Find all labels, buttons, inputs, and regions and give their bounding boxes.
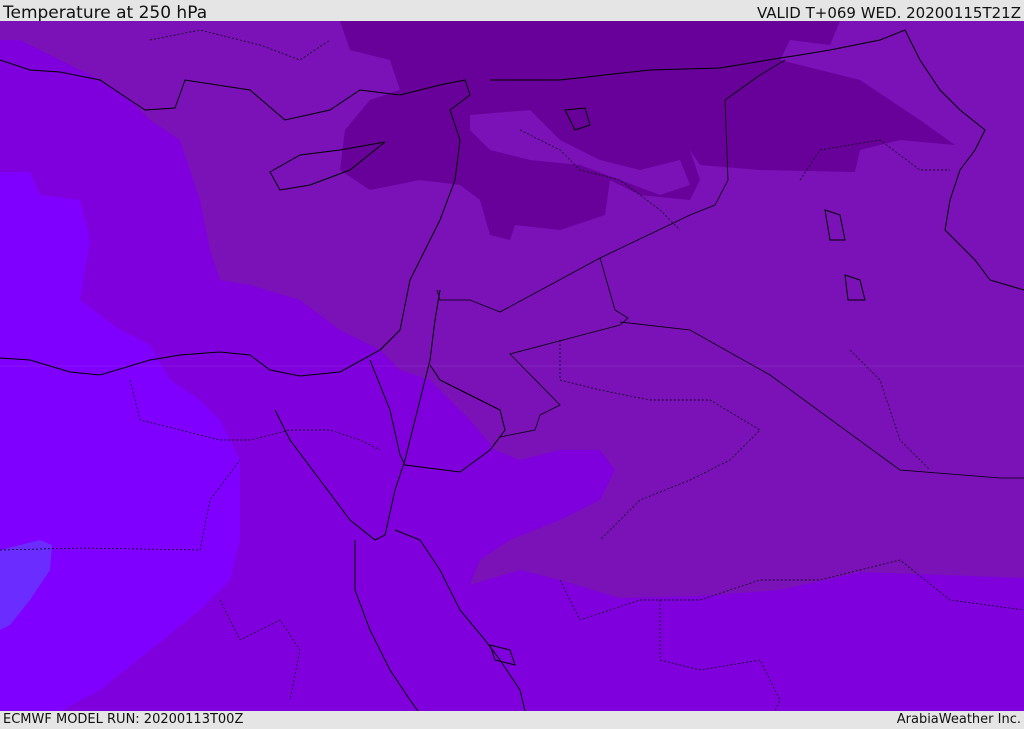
model-run: ECMWF MODEL RUN: 20200113T00Z xyxy=(3,712,244,727)
temperature-map xyxy=(0,21,1024,711)
header-bar: Temperature at 250 hPa VALID T+069 WED. … xyxy=(0,0,1024,23)
footer-bar: ECMWF MODEL RUN: 20200113T00Z ArabiaWeat… xyxy=(0,711,1024,729)
valid-time: VALID T+069 WED. 20200115T21Z xyxy=(756,4,1021,22)
map-title: Temperature at 250 hPa xyxy=(3,3,208,23)
credit-label: ArabiaWeather Inc. xyxy=(896,712,1021,727)
